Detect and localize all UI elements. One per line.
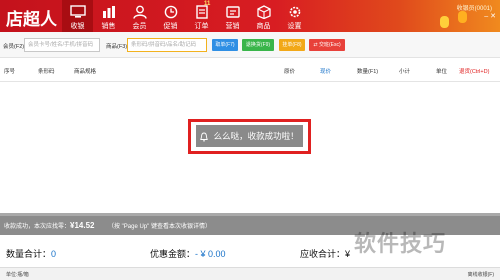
receivable-total-label: 应收合计： (300, 249, 346, 259)
column-header: 现价 (320, 69, 332, 75)
nav-label: 商品 (256, 23, 271, 30)
discount-total-label: 优惠金额： (150, 249, 196, 259)
column-header[interactable]: 退货(Ctrl+D) (459, 67, 489, 75)
main-nav: 收银 销售 会员 促销 11 订单 营销 商品 设置 (62, 0, 310, 32)
toast-message: 么么哒，收款成功啦！ (213, 131, 299, 141)
column-header: 小计 (399, 69, 411, 75)
retrieve-order-button[interactable]: 取单(F7) (212, 39, 238, 51)
quantity-total: 数量合计：0 (6, 247, 56, 260)
lantern-decoration (458, 11, 467, 23)
nav-item-member[interactable]: 会员 (124, 0, 155, 32)
discount-total-value: - ¥ 0.00 (195, 249, 226, 259)
nav-label: 营销 (225, 23, 240, 30)
product-search-input[interactable]: 条形码/拼音码/品名/助记码 (127, 38, 207, 52)
receivable-total-value: ¥ (345, 249, 351, 259)
nav-item-cashier[interactable]: 收银 (62, 0, 93, 32)
payment-success-toast: 么么哒，收款成功啦！ (196, 125, 303, 147)
horizontal-scrollbar[interactable] (0, 213, 500, 216)
quantity-total-label: 数量合计： (6, 249, 52, 259)
nav-label: 会员 (132, 23, 147, 30)
search-toolbar: 会员(F2) 会员卡号/姓名/手机/拼音码 商品(F3) 条形码/拼音码/品名/… (0, 32, 500, 58)
monitor-icon (69, 5, 86, 18)
nav-item-sales[interactable]: 销售 (93, 0, 124, 32)
order-list-icon (195, 5, 208, 19)
receivable-total: 应收合计：¥ (300, 247, 350, 260)
user-icon (132, 5, 147, 19)
page-up-hint: （按 "Page Up" 键查看本次收银详情） (108, 224, 211, 230)
column-header: 单位 (436, 69, 448, 75)
product-label: 商品(F3) (106, 44, 128, 50)
box-icon (256, 5, 271, 19)
footer-unit-text: 单位:瓶/箱 (6, 272, 29, 278)
shift-handover-button[interactable]: ⇄ 交班(Esc) (309, 39, 345, 51)
column-header: 序号 (4, 69, 16, 75)
top-nav-bar: 店超人 收银 销售 会员 促销 11 订单 营销 商品 设置 收银员(0001)… (0, 0, 500, 32)
nav-label: 收银 (70, 23, 85, 30)
nav-item-orders[interactable]: 11 订单 (186, 0, 217, 32)
cashier-user-label[interactable]: 收银员(0001) (457, 3, 492, 12)
swap-icon: ⇄ (313, 42, 318, 48)
column-header: 商品规格 (74, 69, 97, 75)
pos-window: 店超人 收银 销售 会员 促销 11 订单 营销 商品 设置 收银员(0001)… (0, 0, 500, 280)
marketing-icon (225, 6, 240, 18)
return-exchange-button[interactable]: 退换货(F9) (242, 39, 274, 51)
change-amount: ¥14.52 (70, 221, 95, 230)
window-controls[interactable]: – ✕ (484, 12, 496, 20)
nav-item-products[interactable]: 商品 (248, 0, 279, 32)
nav-label: 促销 (163, 23, 178, 30)
change-message-prefix: 收款成功，本次应找零： (4, 224, 71, 230)
column-header: 数量(F1) (357, 69, 379, 75)
bell-icon (200, 132, 209, 142)
footer-bar: 单位:瓶/箱 离线收银(F) (0, 267, 500, 280)
hold-order-button[interactable]: 挂单(F8) (279, 39, 305, 51)
column-header: 条形码 (38, 69, 55, 75)
gear-icon (289, 6, 300, 18)
change-message: 收款成功，本次应找零：¥14.52 (4, 221, 94, 230)
column-header: 原价 (284, 69, 296, 75)
nav-label: 设置 (287, 23, 302, 30)
order-count-badge: 11 (204, 1, 211, 7)
nav-label: 订单 (194, 23, 209, 30)
member-label: 会员(F2) (3, 44, 25, 50)
offline-cashier-link[interactable]: 离线收银(F) (468, 271, 494, 278)
discount-total: 优惠金额：- ¥ 0.00 (150, 247, 226, 260)
nav-label: 销售 (101, 23, 116, 30)
nav-item-settings[interactable]: 设置 (279, 0, 310, 32)
lantern-decoration (440, 16, 449, 28)
quantity-total-value: 0 (51, 249, 57, 259)
nav-item-marketing[interactable]: 营销 (217, 0, 248, 32)
watermark-text: 软件技巧 (354, 231, 447, 256)
nav-item-promotion[interactable]: 促销 (155, 0, 186, 32)
bar-chart-icon (102, 6, 115, 18)
clock-icon (164, 5, 177, 19)
app-logo: 店超人 (6, 10, 57, 30)
cart-table-header: 序号 条形码 商品规格 原价 现价 数量(F1) 小计 单位 退货(Ctrl+D… (0, 58, 500, 82)
member-search-input[interactable]: 会员卡号/姓名/手机/拼音码 (24, 38, 100, 52)
shift-handover-label: 交班(Esc) (318, 42, 341, 48)
